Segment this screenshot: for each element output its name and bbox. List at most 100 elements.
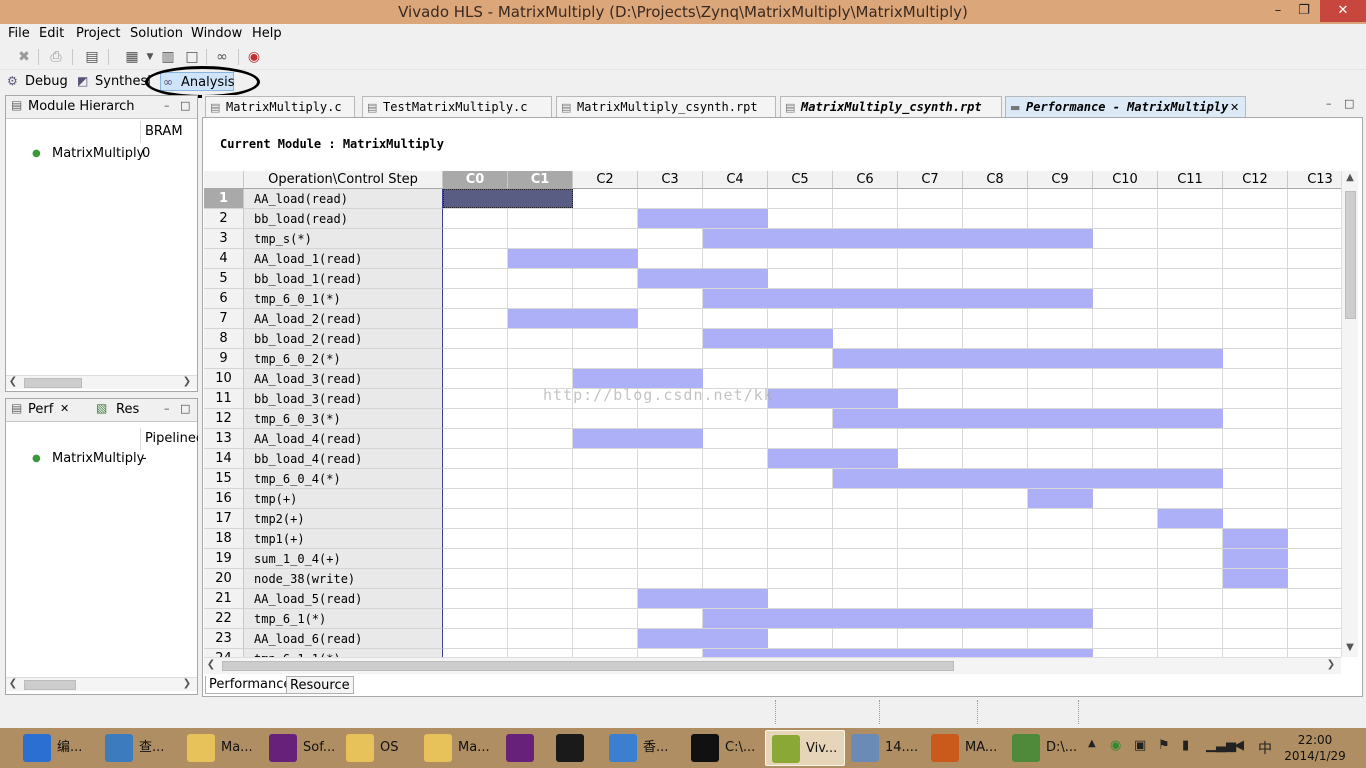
clock[interactable]: 22:00 2014/1/29 <box>1280 732 1350 764</box>
schedule-cell[interactable] <box>898 429 963 449</box>
operation-cell[interactable]: bb_load(read) <box>244 209 443 229</box>
schedule-cell[interactable] <box>1288 309 1341 329</box>
schedule-cell[interactable] <box>833 369 898 389</box>
operation-cell[interactable]: AA_load_4(read) <box>244 429 443 449</box>
row-number[interactable]: 3 <box>204 229 244 249</box>
maximize-icon[interactable]: □ <box>1344 97 1354 110</box>
schedule-cell[interactable] <box>1223 229 1288 249</box>
schedule-cell[interactable] <box>573 449 638 469</box>
tray-battery-icon[interactable]: ▮ <box>1182 738 1189 753</box>
schedule-cell[interactable] <box>1093 189 1158 209</box>
schedule-cell[interactable] <box>1028 449 1093 469</box>
schedule-cell[interactable] <box>768 349 833 369</box>
schedule-bar[interactable] <box>833 469 1223 488</box>
schedule-cell[interactable] <box>1158 529 1223 549</box>
schedule-cell[interactable] <box>963 509 1028 529</box>
schedule-cell[interactable] <box>1158 249 1223 269</box>
schedule-cell[interactable] <box>1223 649 1288 657</box>
schedule-cell[interactable] <box>1093 429 1158 449</box>
schedule-cell[interactable] <box>1288 189 1341 209</box>
schedule-bar[interactable] <box>703 289 1093 308</box>
scroll-up-icon[interactable]: ▲ <box>1343 172 1357 183</box>
schedule-cell[interactable] <box>508 569 573 589</box>
row-number[interactable]: 11 <box>204 389 244 409</box>
schedule-cell[interactable] <box>768 469 833 489</box>
schedule-cell[interactable] <box>573 529 638 549</box>
schedule-cell[interactable] <box>443 429 508 449</box>
schedule-cell[interactable] <box>638 469 703 489</box>
schedule-cell[interactable] <box>1158 329 1223 349</box>
operation-cell[interactable]: tmp_6_0_4(*) <box>244 469 443 489</box>
schedule-cell[interactable] <box>963 589 1028 609</box>
operation-cell[interactable]: AA_load_3(read) <box>244 369 443 389</box>
schedule-cell[interactable] <box>508 449 573 469</box>
schedule-cell[interactable] <box>573 569 638 589</box>
schedule-cell[interactable] <box>443 509 508 529</box>
schedule-cell[interactable] <box>768 429 833 449</box>
schedule-cell[interactable] <box>963 189 1028 209</box>
schedule-cell[interactable] <box>1288 569 1341 589</box>
close-tab-icon[interactable]: ✕ <box>60 402 69 415</box>
schedule-cell[interactable] <box>898 509 963 529</box>
schedule-cell[interactable] <box>508 649 573 657</box>
maximize-button[interactable]: ❐ <box>1292 0 1316 22</box>
schedule-cell[interactable] <box>1158 549 1223 569</box>
tab-matrixmultiply-c[interactable]: ▤ MatrixMultiply.c <box>205 96 355 117</box>
schedule-cell[interactable] <box>1288 269 1341 289</box>
schedule-bar[interactable] <box>768 449 898 468</box>
schedule-cell[interactable] <box>638 329 703 349</box>
row-number[interactable]: 13 <box>204 429 244 449</box>
taskbar-button[interactable]: Sof... <box>263 730 343 766</box>
schedule-cell[interactable] <box>1288 229 1341 249</box>
schedule-cell[interactable] <box>768 249 833 269</box>
schedule-bar[interactable] <box>703 649 1093 657</box>
operation-cell[interactable]: AA_load_2(read) <box>244 309 443 329</box>
operation-cell[interactable]: tmp_6_1(*) <box>244 609 443 629</box>
schedule-cell[interactable] <box>1223 609 1288 629</box>
taskbar-button[interactable]: 香... <box>603 730 683 766</box>
schedule-cell[interactable] <box>1223 509 1288 529</box>
schedule-cell[interactable] <box>1093 249 1158 269</box>
horizontal-scrollbar[interactable]: ❮ ❯ <box>6 375 197 389</box>
schedule-cell[interactable] <box>1223 589 1288 609</box>
operation-cell[interactable]: bb_load_3(read) <box>244 389 443 409</box>
tree-row[interactable]: ● MatrixMultiply 0 <box>6 144 197 164</box>
schedule-cell[interactable] <box>963 309 1028 329</box>
perspective-debug[interactable]: ⚙ Debug <box>5 72 70 91</box>
schedule-cell[interactable] <box>573 269 638 289</box>
close-tab-icon[interactable]: ✕ <box>1230 97 1239 118</box>
row-number[interactable]: 7 <box>204 309 244 329</box>
operation-cell[interactable]: bb_load_2(read) <box>244 329 443 349</box>
minimize-icon[interactable]: – <box>1326 97 1332 110</box>
schedule-cell[interactable] <box>638 489 703 509</box>
tab-csynth-rpt[interactable]: ▤ MatrixMultiply_csynth.rpt <box>556 96 776 117</box>
schedule-cell[interactable] <box>1288 529 1341 549</box>
operation-cell[interactable]: tmp2(+) <box>244 509 443 529</box>
schedule-cell[interactable] <box>1158 189 1223 209</box>
operation-cell[interactable]: tmp(+) <box>244 489 443 509</box>
row-number[interactable]: 8 <box>204 329 244 349</box>
schedule-cell[interactable] <box>508 469 573 489</box>
tree-row[interactable]: ● MatrixMultiply - <box>6 449 197 469</box>
ime-indicator[interactable]: 中 <box>1258 738 1272 758</box>
schedule-cell[interactable] <box>1028 529 1093 549</box>
tray-signal-icon[interactable]: ▁▃▅ <box>1206 738 1236 753</box>
taskbar-button[interactable]: OS <box>340 730 420 766</box>
control-step-header[interactable]: C2 <box>573 171 638 189</box>
schedule-cell[interactable] <box>638 249 703 269</box>
menu-help[interactable]: Help <box>248 24 286 44</box>
minimize-icon[interactable]: – <box>164 99 170 112</box>
schedule-bar[interactable] <box>768 389 898 408</box>
schedule-cell[interactable] <box>768 369 833 389</box>
schedule-cell[interactable] <box>1158 449 1223 469</box>
schedule-cell[interactable] <box>898 309 963 329</box>
schedule-cell[interactable] <box>963 209 1028 229</box>
schedule-cell[interactable] <box>443 349 508 369</box>
schedule-cell[interactable] <box>703 429 768 449</box>
report-icon[interactable]: □ <box>182 47 202 67</box>
tab-resource-bottom[interactable]: Resource <box>286 676 354 694</box>
schedule-cell[interactable] <box>1288 469 1341 489</box>
schedule-cell[interactable] <box>508 409 573 429</box>
schedule-cell[interactable] <box>508 549 573 569</box>
schedule-cell[interactable] <box>703 489 768 509</box>
